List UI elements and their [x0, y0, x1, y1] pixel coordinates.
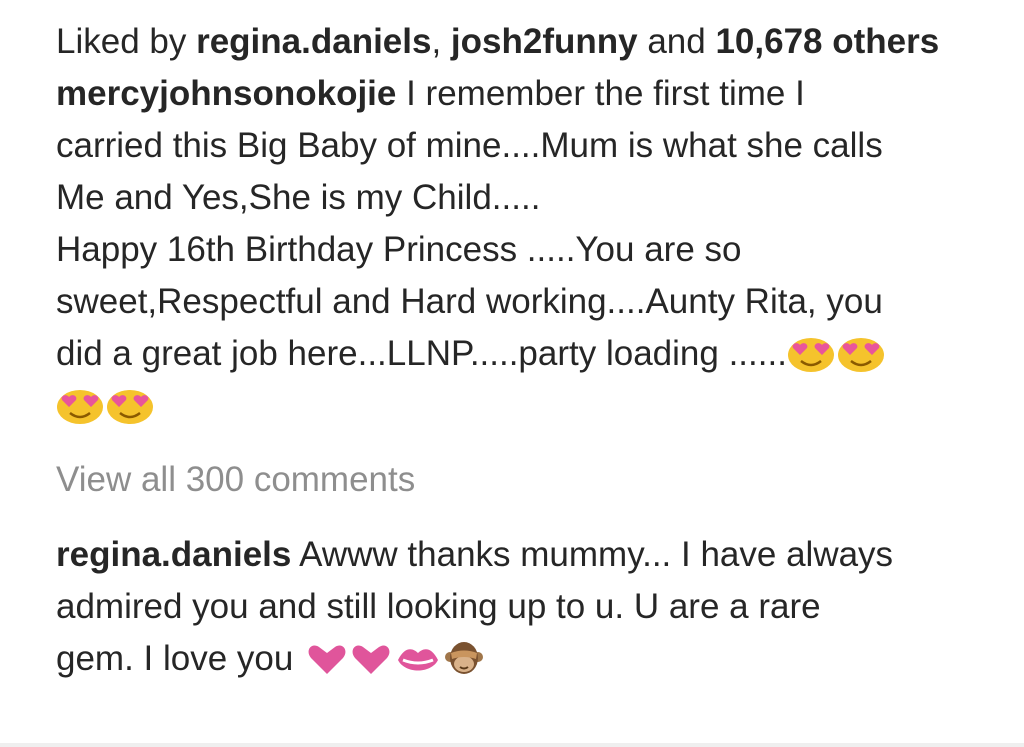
- see-no-evil-monkey-icon: [445, 642, 484, 674]
- bottom-divider: [0, 743, 1024, 747]
- kiss-mark-icon: [398, 649, 439, 671]
- likes-summary: Liked by regina.daniels, josh2funny and …: [56, 16, 1006, 68]
- comment-line-1: regina.daniels Awww thanks mummy... I ha…: [56, 529, 1006, 581]
- comment-text-3: gem. I love you: [56, 639, 304, 678]
- comment-username-link[interactable]: regina.daniels: [56, 535, 291, 574]
- caption-emoji-line: [56, 380, 1006, 432]
- heart-icon: [308, 645, 346, 674]
- heart-eyes-face-icon: [57, 390, 103, 424]
- post-caption: mercyjohnsonokojie I remember the first …: [56, 68, 1006, 432]
- heart-icon: [352, 645, 390, 674]
- likes-count: 10,678: [715, 22, 823, 61]
- comment-text-1: Awww thanks mummy... I have always: [291, 535, 894, 574]
- likes-count-link[interactable]: 10,678 others: [715, 22, 939, 61]
- caption-text-4: Happy 16th Birthday Princess .....You ar…: [56, 230, 742, 269]
- comment-text-2: admired you and still looking up to u. U…: [56, 587, 821, 626]
- liker-link-josh2funny[interactable]: josh2funny: [451, 22, 638, 61]
- caption-text-3: Me and Yes,She is my Child.....: [56, 178, 541, 217]
- caption-text-2: carried this Big Baby of mine....Mum is …: [56, 126, 883, 165]
- comment-item: regina.daniels Awww thanks mummy... I ha…: [56, 529, 1006, 685]
- heart-eyes-face-icon: [107, 390, 153, 424]
- post-feed: Liked by regina.daniels, josh2funny and …: [56, 16, 1006, 685]
- caption-text-5: sweet,Respectful and Hard working....Aun…: [56, 282, 883, 321]
- likes-and-text: and: [637, 22, 716, 61]
- caption-text-6: did a great job here...LLNP.....party lo…: [56, 334, 787, 373]
- comment-line-3: gem. I love you: [56, 633, 1006, 685]
- caption-text-1: I remember the first time I: [396, 74, 805, 113]
- caption-line-6: did a great job here...LLNP.....party lo…: [56, 328, 1006, 380]
- caption-username-link[interactable]: mercyjohnsonokojie: [56, 74, 396, 113]
- likes-others: others: [832, 22, 940, 61]
- view-all-comments-link[interactable]: View all 300 comments: [56, 454, 415, 506]
- caption-line-1: mercyjohnsonokojie I remember the first …: [56, 68, 1006, 120]
- heart-eyes-face-icon: [787, 338, 834, 372]
- likes-separator: ,: [431, 22, 451, 61]
- likes-prefix: Liked by: [56, 22, 197, 61]
- liker-link-regina-daniels[interactable]: regina.daniels: [196, 22, 431, 61]
- heart-eyes-face-icon: [837, 338, 884, 372]
